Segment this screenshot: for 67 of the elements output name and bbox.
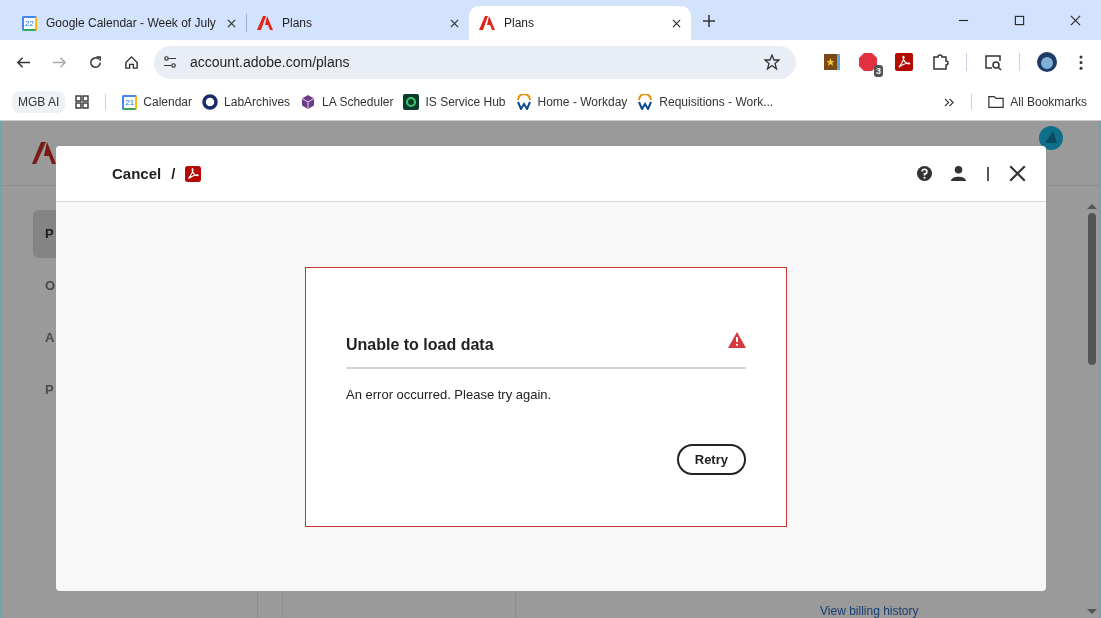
logo-icon <box>32 142 56 164</box>
tab-title: Plans <box>282 16 314 30</box>
bookmark-link[interactable]: Requisitions - Work... <box>637 94 774 110</box>
stop-sign-icon <box>859 53 877 71</box>
new-tab-icon[interactable] <box>703 15 715 27</box>
bookmark-label: Requisitions - Work... <box>659 95 774 109</box>
calendar-icon: 21 <box>122 94 138 110</box>
tab-title: Google Calendar - Week of July <box>46 16 217 30</box>
bookmark-link[interactable]: 21 Calendar <box>122 94 193 110</box>
menu-icon[interactable] <box>1079 54 1083 70</box>
extension-badge: 3 <box>874 65 883 77</box>
retry-button[interactable]: Retry <box>676 444 746 475</box>
ring-icon <box>202 94 219 110</box>
cube-icon <box>300 94 317 110</box>
more-chevron-icon[interactable] <box>944 97 956 107</box>
error-title: Unable to load data <box>346 336 495 354</box>
bookmark-link[interactable]: Home - Workday <box>515 94 628 110</box>
logo-icon <box>257 16 273 30</box>
close-icon[interactable] <box>227 18 236 28</box>
browser-tab[interactable]: 22 Google Calendar - Week of July <box>12 6 246 40</box>
avatar-icon[interactable] <box>1037 52 1057 72</box>
bookmark-label: Calendar <box>143 95 193 109</box>
home-icon[interactable] <box>124 54 139 70</box>
tab-search-icon[interactable] <box>984 53 1002 71</box>
folder-icon <box>988 94 1005 110</box>
avatar-icon[interactable] <box>1039 126 1063 150</box>
close-icon[interactable] <box>1009 165 1026 182</box>
star-icon[interactable] <box>764 54 780 70</box>
bookmark-link[interactable]: LabArchives <box>202 94 291 110</box>
cancel-link[interactable]: Cancel <box>112 165 162 182</box>
bookmark-link[interactable]: LA Scheduler <box>300 94 394 110</box>
tab-title: Plans <box>504 16 536 30</box>
site-settings-icon[interactable] <box>163 55 177 69</box>
bookmark-chip[interactable]: MGB AI <box>12 91 66 113</box>
bookmark-label: All Bookmarks <box>1010 95 1087 109</box>
close-icon[interactable] <box>450 18 459 28</box>
bookmark-link[interactable]: IS Service Hub <box>403 94 506 110</box>
calendar-icon: 22 <box>22 15 37 31</box>
help-icon[interactable] <box>916 165 933 182</box>
address-bar[interactable]: account.adobe.com/plans <box>154 45 796 79</box>
reload-icon[interactable] <box>88 54 103 70</box>
bookmark-label: LabArchives <box>224 95 291 109</box>
workday-icon <box>515 94 532 110</box>
apps-icon[interactable] <box>75 95 90 109</box>
workday-icon <box>637 94 654 110</box>
url-text: account.adobe.com/plans <box>190 54 350 70</box>
browser-tab[interactable]: Plans <box>247 6 469 40</box>
error-message: An error occurred. Please try again. <box>346 387 553 402</box>
hub-icon <box>403 94 420 110</box>
billing-history-link[interactable]: View billing history <box>820 604 919 618</box>
user-icon[interactable] <box>950 165 967 182</box>
close-icon[interactable] <box>1070 14 1081 26</box>
bookmark-star-icon[interactable] <box>823 53 841 71</box>
warning-icon <box>728 332 746 348</box>
breadcrumb-separator: / <box>171 165 176 182</box>
maximize-icon[interactable] <box>1014 14 1025 26</box>
pdf-icon <box>185 165 202 182</box>
close-icon[interactable] <box>672 18 681 28</box>
bookmark-label: Home - Workday <box>537 95 628 109</box>
logo-icon <box>479 16 495 30</box>
bookmark-link[interactable]: All Bookmarks <box>988 94 1087 110</box>
adblock-extension[interactable]: 3 <box>859 53 883 77</box>
bookmark-label: IS Service Hub <box>425 95 506 109</box>
bookmark-label: LA Scheduler <box>322 95 394 109</box>
pdf-icon[interactable] <box>895 53 913 71</box>
puzzle-icon[interactable] <box>931 53 949 71</box>
browser-tab[interactable]: Plans <box>469 6 691 40</box>
